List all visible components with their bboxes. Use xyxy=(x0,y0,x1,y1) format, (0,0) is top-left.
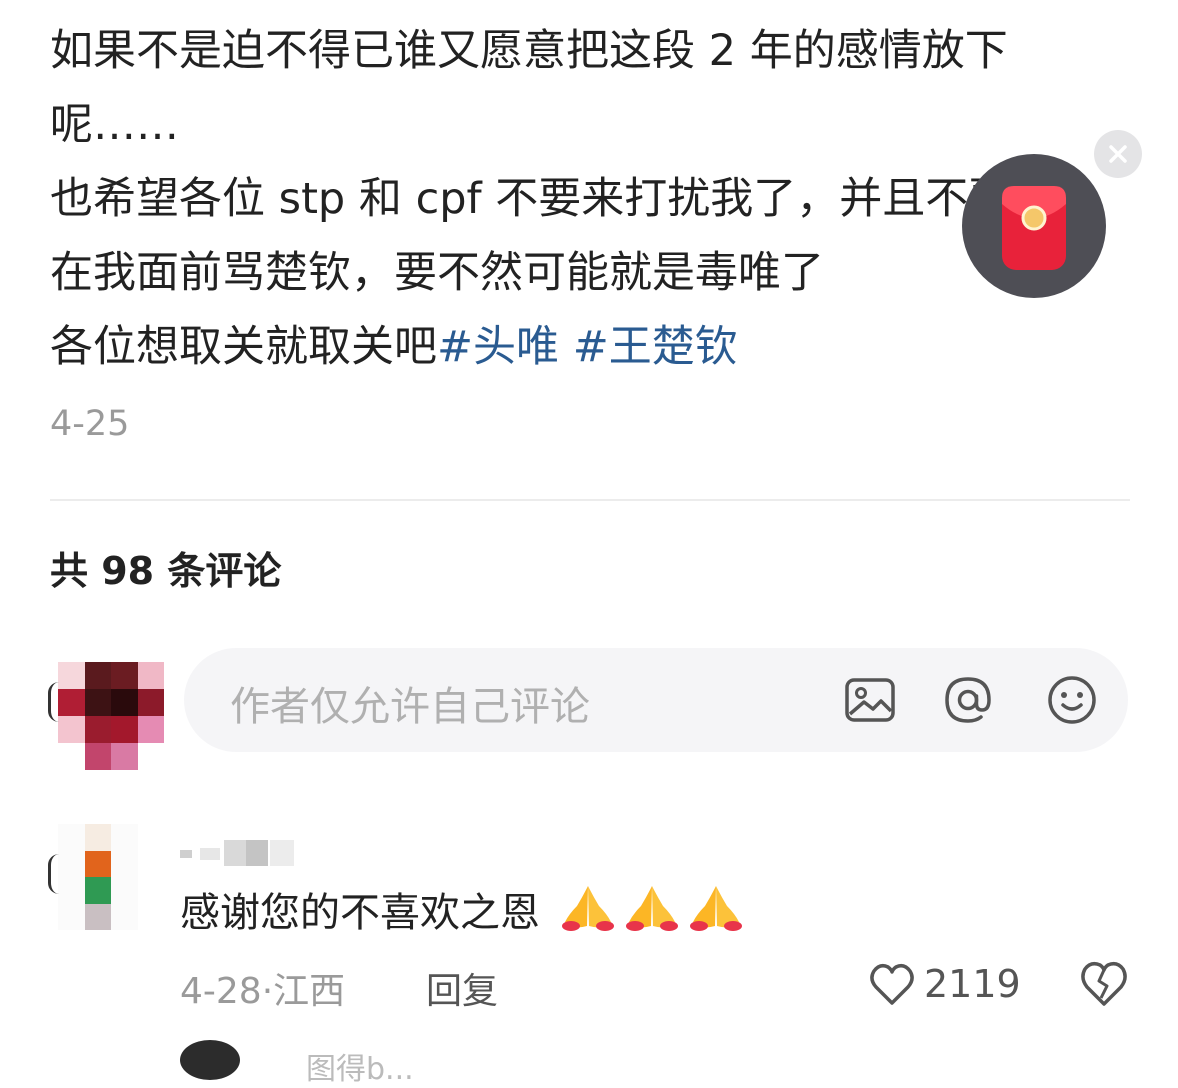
post-line: 各位想取关就取关吧 xyxy=(50,322,437,372)
hashtag-link[interactable]: #王楚钦 xyxy=(573,322,738,372)
comment-location: 江西 xyxy=(273,971,346,1012)
comment-input-placeholder: 作者仅允许自己评论 xyxy=(230,684,590,730)
avatar-ring xyxy=(48,682,59,722)
comment-input[interactable]: 作者仅允许自己评论 xyxy=(184,648,1128,752)
post-line-last: 各位想取关就取关吧#头唯 #王楚钦 xyxy=(50,310,1130,384)
divider xyxy=(50,499,1130,501)
comments-header: 共 98 条评论 xyxy=(50,549,282,593)
heart-icon xyxy=(870,963,914,1005)
emoji-icon[interactable] xyxy=(1044,672,1100,728)
commenter-name-blurred[interactable] xyxy=(180,836,300,870)
broken-heart-icon xyxy=(1081,961,1127,1006)
at-icon[interactable] xyxy=(940,672,996,728)
post-date: 4-25 xyxy=(50,404,130,444)
pray-emoji xyxy=(689,886,742,931)
avatar[interactable] xyxy=(48,662,164,770)
avatar-ring xyxy=(48,854,59,894)
reply-button[interactable]: 回复 xyxy=(426,962,498,1014)
commenter-avatar[interactable] xyxy=(48,824,139,930)
meta-separator: · xyxy=(261,971,274,1012)
red-packet-button[interactable] xyxy=(962,154,1106,298)
image-icon[interactable] xyxy=(842,672,898,728)
hashtag-link[interactable]: #头唯 xyxy=(437,322,559,372)
comment-text: 感谢您的不喜欢之恩 xyxy=(180,880,745,938)
comment-body: 感谢您的不喜欢之恩 xyxy=(180,890,540,936)
post-line: 呢…… xyxy=(50,100,179,150)
pray-emoji xyxy=(625,886,678,931)
like-button[interactable]: 2119 xyxy=(868,956,1021,1012)
like-count: 2119 xyxy=(924,962,1021,1006)
dislike-button[interactable] xyxy=(1078,958,1130,1010)
pray-emoji xyxy=(561,886,614,931)
post-line: 如果不是迫不得已谁又愿意把这段 2 年的感情放下 xyxy=(50,26,1008,76)
next-commenter-avatar[interactable] xyxy=(180,1040,240,1080)
red-packet-icon xyxy=(1002,186,1066,270)
comment-date: 4-28 xyxy=(180,971,262,1012)
comment-meta: 4-28·江西 xyxy=(180,962,345,1014)
next-commenter-name: 图得b... xyxy=(306,1052,414,1087)
